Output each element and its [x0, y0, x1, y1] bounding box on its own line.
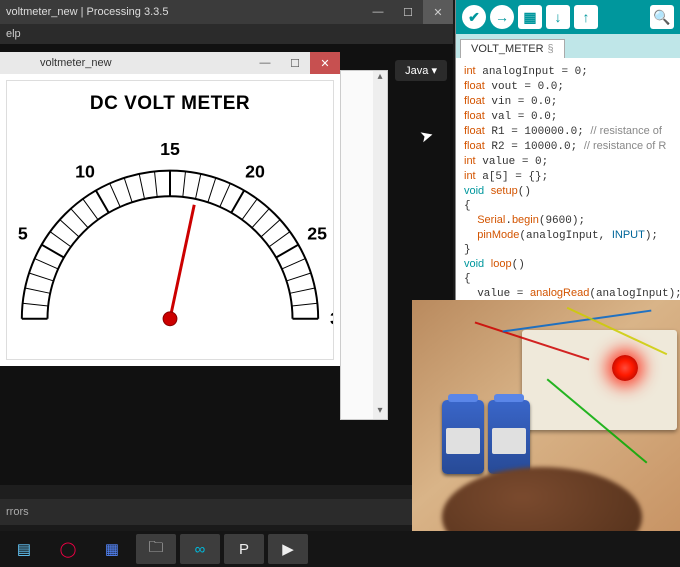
arduino-ide-window: ✔ → ▦ ↓ ↑ 🔍 VOLT_METER int analogInput =… [455, 0, 680, 300]
side-panel-scrollbar[interactable]: ▴ ▾ [373, 71, 387, 419]
arduino-new-button[interactable]: ▦ [518, 5, 542, 29]
taskbar-processing-icon[interactable]: P [224, 534, 264, 564]
processing-errors-tab[interactable]: rrors [0, 499, 452, 525]
battery-1 [442, 400, 484, 474]
voltmeter-sketch-window: voltmeter_new — ☐ ✕ DC VOLT METER 051015… [0, 52, 340, 366]
processing-menubar[interactable]: elp [0, 24, 453, 44]
voltmeter-titlebar[interactable]: voltmeter_new — ☐ ✕ [0, 52, 340, 74]
processing-title-text: voltmeter_new | Processing 3.3.5 [6, 6, 168, 18]
taskbar-explorer-icon[interactable]: 🗀 [136, 534, 176, 564]
voltmeter-maximize-button[interactable]: ☐ [280, 52, 310, 74]
taskbar-play-icon[interactable]: ▶ [268, 534, 308, 564]
gauge-svg: 051015202530 [7, 81, 333, 359]
menu-help[interactable]: elp [6, 28, 21, 40]
svg-text:10: 10 [75, 162, 95, 182]
svg-text:15: 15 [160, 139, 180, 159]
processing-minimize-button[interactable]: — [363, 0, 393, 24]
gauge-title: DC VOLT METER [7, 93, 333, 115]
processing-close-button[interactable]: ✕ [423, 0, 453, 24]
taskbar-opera-icon[interactable]: ◯ [48, 534, 88, 564]
arduino-open-button[interactable]: ↓ [546, 5, 570, 29]
windows-taskbar[interactable]: ▤ ◯ ▦ 🗀 ∞ P ▶ [0, 531, 680, 567]
processing-side-panel: ▴ ▾ [340, 70, 388, 420]
voltmeter-canvas: DC VOLT METER 051015202530 [6, 80, 334, 360]
errors-tab-label: rrors [6, 506, 29, 518]
voltmeter-close-button[interactable]: ✕ [310, 52, 340, 74]
processing-titlebar[interactable]: voltmeter_new | Processing 3.3.5 — ☐ ✕ [0, 0, 453, 24]
taskbar-arduino-icon[interactable]: ∞ [180, 534, 220, 564]
arduino-upload-button[interactable]: → [490, 5, 514, 29]
scroll-up-icon[interactable]: ▴ [377, 71, 382, 85]
svg-text:30: 30 [330, 309, 333, 329]
processing-window: voltmeter_new | Processing 3.3.5 — ☐ ✕ e… [0, 0, 453, 525]
processing-mode-selector[interactable]: Java ▾ [395, 60, 447, 81]
taskbar-start-button[interactable]: ▤ [4, 534, 44, 564]
scroll-down-icon[interactable]: ▾ [377, 405, 382, 419]
arduino-verify-button[interactable]: ✔ [462, 5, 486, 29]
voltmeter-title-text: voltmeter_new [40, 57, 112, 69]
hand [442, 467, 642, 537]
arduino-toolbar: ✔ → ▦ ↓ ↑ 🔍 [456, 0, 680, 34]
arduino-save-button[interactable]: ↑ [574, 5, 598, 29]
processing-maximize-button[interactable]: ☐ [393, 0, 423, 24]
arduino-code-editor[interactable]: int analogInput = 0; float vout = 0.0; f… [456, 58, 680, 321]
taskbar-calculator-icon[interactable]: ▦ [92, 534, 132, 564]
svg-text:25: 25 [307, 224, 327, 244]
voltmeter-minimize-button[interactable]: — [250, 52, 280, 74]
battery-2 [488, 400, 530, 474]
arduino-serial-button[interactable]: 🔍 [650, 5, 674, 29]
svg-text:5: 5 [18, 224, 28, 244]
arduino-tab-bar: VOLT_METER [456, 34, 680, 58]
arduino-sketch-tab[interactable]: VOLT_METER [460, 39, 565, 58]
svg-text:20: 20 [245, 162, 265, 182]
led-indicator [612, 355, 638, 381]
breadboard-photo [412, 300, 680, 537]
